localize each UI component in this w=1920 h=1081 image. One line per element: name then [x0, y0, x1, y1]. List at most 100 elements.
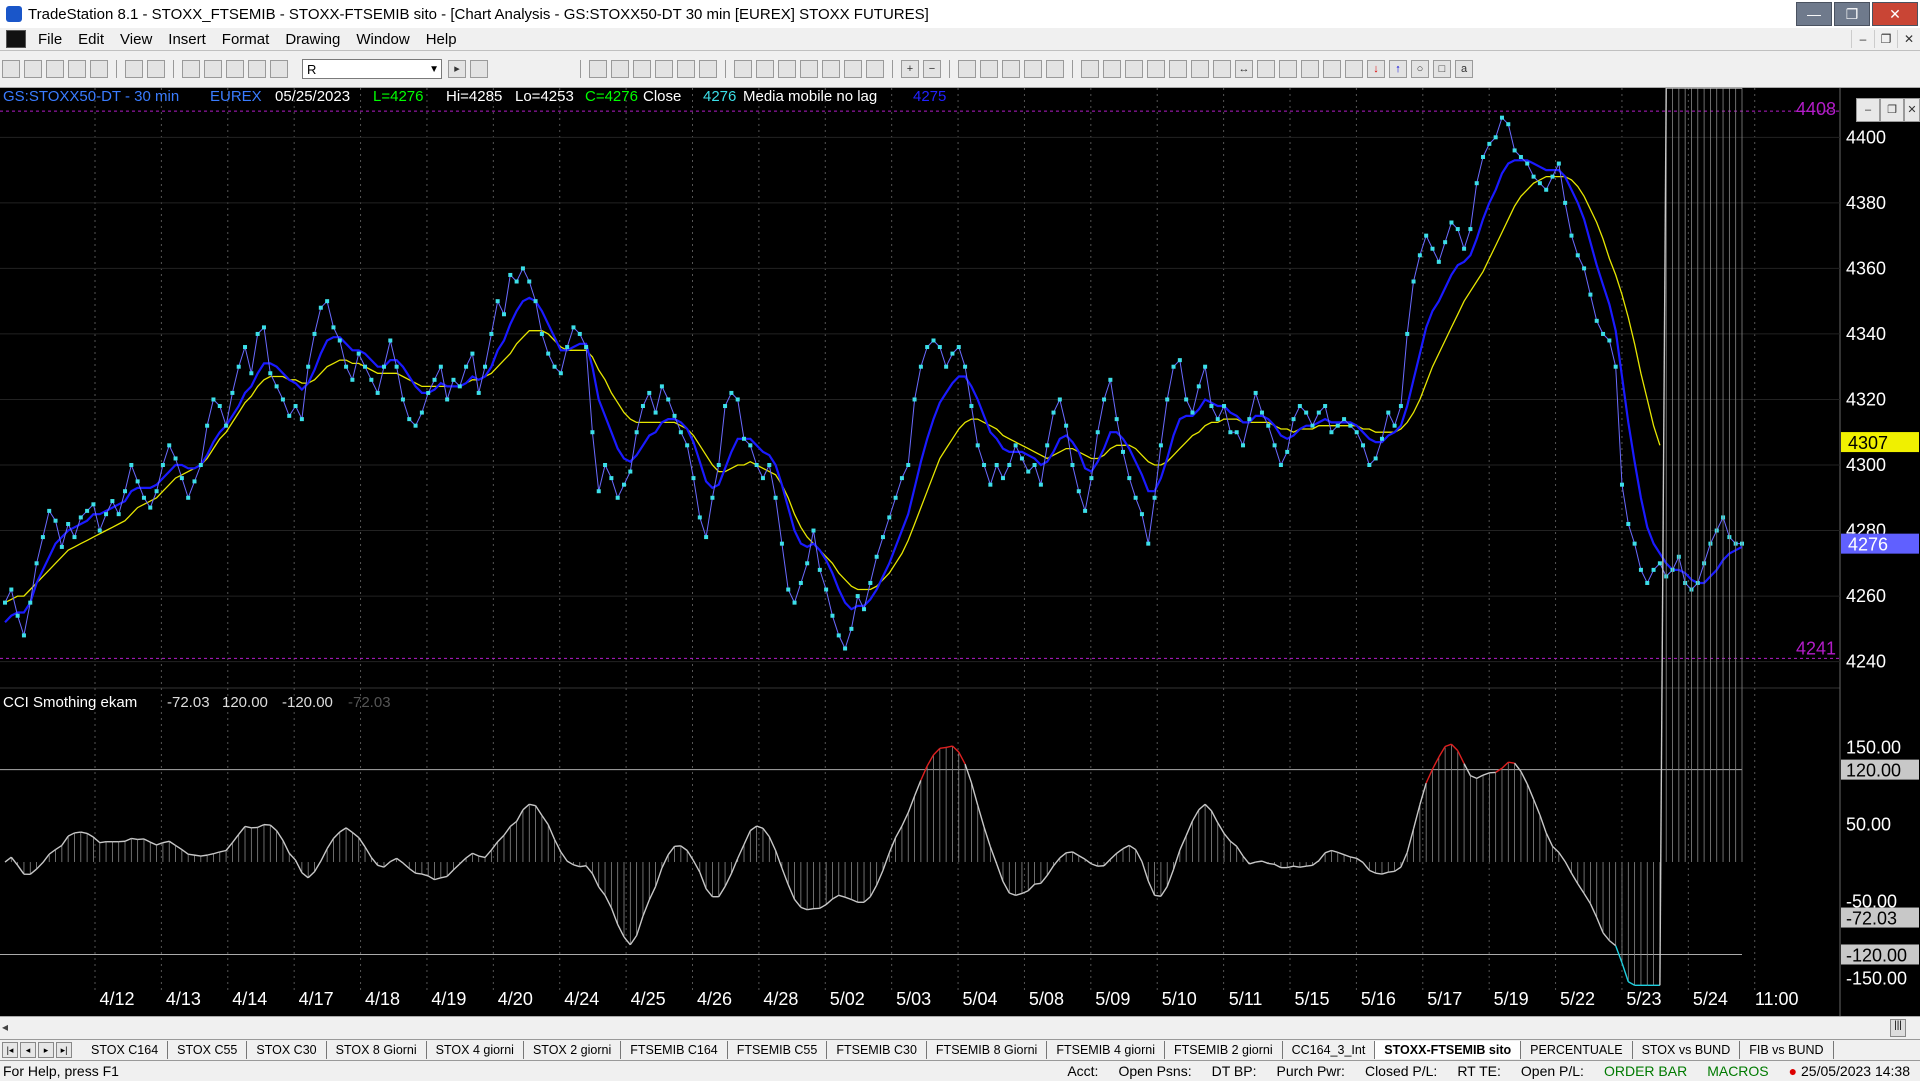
tab-stox-vs-bund[interactable]: STOX vs BUND	[1633, 1041, 1741, 1059]
menu-view[interactable]: View	[112, 31, 160, 48]
regression-icon[interactable]	[1279, 60, 1297, 78]
arrow-lr-icon[interactable]: ↔	[1235, 60, 1253, 78]
zoom-in-icon[interactable]: +	[901, 60, 919, 78]
minimize-button[interactable]: —	[1796, 2, 1832, 26]
curve-icon[interactable]	[1345, 60, 1363, 78]
new-icon[interactable]	[2, 60, 20, 78]
tab-stox-2-giorni[interactable]: STOX 2 giorni	[524, 1041, 621, 1059]
table-icon[interactable]	[633, 60, 651, 78]
scroll-thumb[interactable]: |||	[1890, 1019, 1906, 1037]
lock-icon[interactable]	[226, 60, 244, 78]
tab-stox-8-giorni[interactable]: STOX 8 Giorni	[327, 1041, 427, 1059]
horizontal-scrollbar[interactable]: ◂ |||	[0, 1016, 1920, 1039]
chart-window-icon[interactable]	[6, 30, 26, 48]
close-button[interactable]: ✕	[1872, 2, 1918, 26]
vertical-line-icon[interactable]	[1103, 60, 1121, 78]
insert-strategy-icon[interactable]	[756, 60, 774, 78]
layout-icon[interactable]	[204, 60, 222, 78]
tab-stoxx-ftsemib-sito[interactable]: STOXX-FTSEMIB sito	[1375, 1041, 1521, 1059]
go-arrow-icon[interactable]: ▸	[448, 60, 466, 78]
properties-icon[interactable]	[1024, 60, 1042, 78]
horizontal-line-icon[interactable]	[1125, 60, 1143, 78]
gann-icon[interactable]	[1191, 60, 1209, 78]
candle-icon[interactable]	[611, 60, 629, 78]
format-icon[interactable]	[182, 60, 200, 78]
save-icon[interactable]	[125, 60, 143, 78]
insert-activity-icon[interactable]	[866, 60, 884, 78]
rectangle-icon[interactable]: □	[1433, 60, 1451, 78]
tab-ftsemib-8-giorni[interactable]: FTSEMIB 8 Giorni	[927, 1041, 1047, 1059]
ellipse-icon[interactable]: ○	[1411, 60, 1429, 78]
scroll-left-icon[interactable]: ◂	[2, 1020, 8, 1034]
open-icon[interactable]	[24, 60, 42, 78]
copy-icon[interactable]	[68, 60, 86, 78]
mdi-restore-button[interactable]: ❐	[1874, 30, 1897, 48]
fibonacci-icon[interactable]	[1169, 60, 1187, 78]
trendline-icon[interactable]	[1081, 60, 1099, 78]
andrews-icon[interactable]	[1213, 60, 1231, 78]
menu-file[interactable]: File	[30, 31, 70, 48]
insert-showme-icon[interactable]	[822, 60, 840, 78]
tab-prev-icon[interactable]: ◂	[20, 1042, 36, 1058]
menu-drawing[interactable]: Drawing	[277, 31, 348, 48]
pen-icon[interactable]	[1323, 60, 1341, 78]
tab-ftsemib-4-giorni[interactable]: FTSEMIB 4 giorni	[1047, 1041, 1165, 1059]
text-icon[interactable]: a	[1455, 60, 1473, 78]
bar-chart-icon[interactable]	[589, 60, 607, 78]
channel-icon[interactable]	[1147, 60, 1165, 78]
tab-ftsemib-c30[interactable]: FTSEMIB C30	[827, 1041, 927, 1059]
chart-canvas[interactable]: 4/124/134/144/174/184/194/204/244/254/26…	[0, 88, 1920, 1016]
menu-edit[interactable]: Edit	[70, 31, 112, 48]
speed-lines-icon[interactable]	[1257, 60, 1275, 78]
tab-ftsemib-c164[interactable]: FTSEMIB C164	[621, 1041, 728, 1059]
insert-paintbar-icon[interactable]	[800, 60, 818, 78]
tab-next-icon[interactable]: ▸	[38, 1042, 54, 1058]
insert-analysis-icon[interactable]	[778, 60, 796, 78]
chart-analysis-window[interactable]: 4/124/134/144/174/184/194/204/244/254/26…	[0, 88, 1920, 1026]
restore-button[interactable]: ❐	[1834, 2, 1870, 26]
alert-icon[interactable]	[248, 60, 266, 78]
style-icon[interactable]	[677, 60, 695, 78]
tab-percentuale[interactable]: PERCENTUALE	[1521, 1041, 1632, 1059]
print-icon[interactable]	[147, 60, 165, 78]
tab-ftsemib-2-giorni[interactable]: FTSEMIB 2 giorni	[1165, 1041, 1283, 1059]
insert-probability-icon[interactable]	[844, 60, 862, 78]
insert-indicator-icon[interactable]	[734, 60, 752, 78]
arrow-up-icon[interactable]: ↑	[1389, 60, 1407, 78]
wrench-icon[interactable]	[1002, 60, 1020, 78]
tab-last-icon[interactable]: ▸|	[56, 1042, 72, 1058]
chevron-down-icon[interactable]: ▼	[429, 60, 439, 80]
chart-close-button[interactable]: ✕	[1904, 98, 1920, 122]
tab-stox-c164[interactable]: STOX C164	[82, 1041, 168, 1059]
zoom-out-icon[interactable]: −	[923, 60, 941, 78]
crosshair-icon[interactable]	[980, 60, 998, 78]
menu-insert[interactable]: Insert	[160, 31, 214, 48]
arc-icon[interactable]	[1301, 60, 1319, 78]
status-macros[interactable]: MACROS	[1697, 1063, 1778, 1079]
object-list-icon[interactable]	[1046, 60, 1064, 78]
link-icon[interactable]	[699, 60, 717, 78]
status-order-bar[interactable]: ORDER BAR	[1594, 1063, 1697, 1079]
tab-ftsemib-c55[interactable]: FTSEMIB C55	[728, 1041, 828, 1059]
color-icon[interactable]	[270, 60, 288, 78]
symbol-input[interactable]: R ▼	[302, 59, 442, 79]
paste-icon[interactable]	[90, 60, 108, 78]
tab-stox-c30[interactable]: STOX C30	[247, 1041, 326, 1059]
line-chart-icon[interactable]	[655, 60, 673, 78]
tab-cc164-3-int[interactable]: CC164_3_Int	[1283, 1041, 1376, 1059]
menu-help[interactable]: Help	[418, 31, 465, 48]
open-workspace-icon[interactable]	[46, 60, 64, 78]
tab-fib-vs-bund[interactable]: FIB vs BUND	[1740, 1041, 1833, 1059]
symbol-search-icon[interactable]	[470, 60, 488, 78]
mdi-minimize-button[interactable]: –	[1851, 30, 1874, 48]
tab-first-icon[interactable]: |◂	[2, 1042, 18, 1058]
pointer-icon[interactable]	[958, 60, 976, 78]
chart-minimize-button[interactable]: –	[1856, 98, 1880, 122]
menu-window[interactable]: Window	[348, 31, 417, 48]
chart-restore-button[interactable]: ❐	[1880, 98, 1904, 122]
menu-format[interactable]: Format	[214, 31, 278, 48]
mdi-close-button[interactable]: ✕	[1897, 30, 1920, 48]
arrow-down-icon[interactable]: ↓	[1367, 60, 1385, 78]
tab-stox-4-giorni[interactable]: STOX 4 giorni	[427, 1041, 524, 1059]
tab-stox-c55[interactable]: STOX C55	[168, 1041, 247, 1059]
